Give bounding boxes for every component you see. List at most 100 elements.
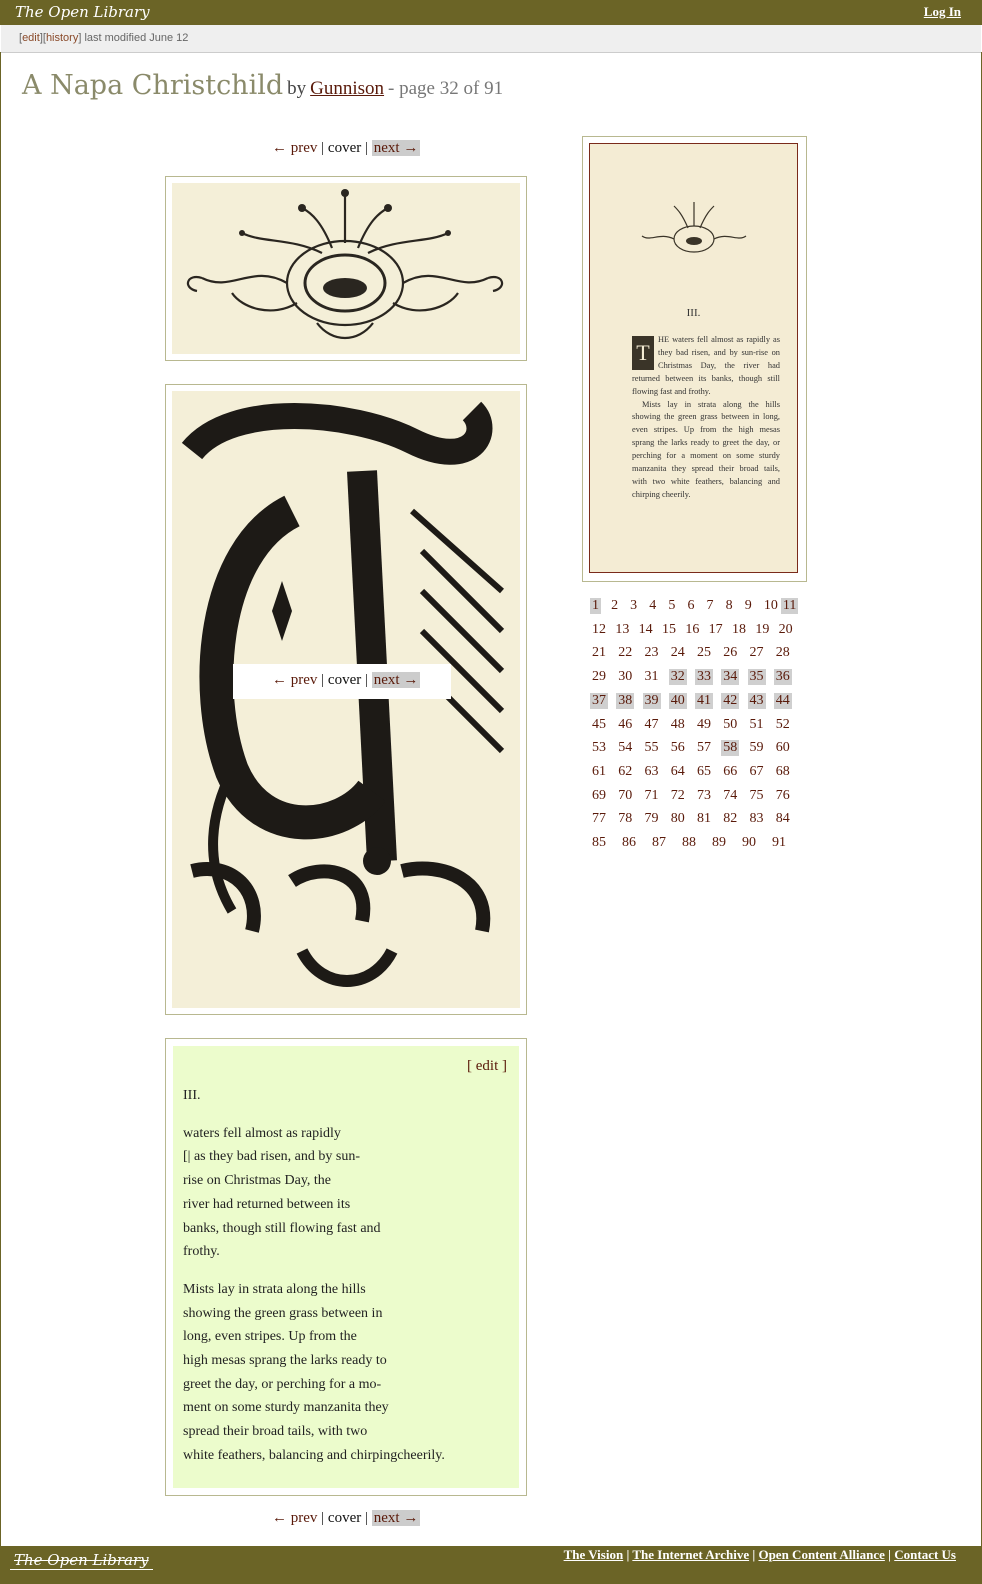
page-number-link[interactable]: 9 (743, 598, 754, 614)
page-number-link[interactable]: 35 (747, 669, 766, 686)
page-number-link[interactable]: 87 (650, 835, 668, 851)
page-number-link[interactable]: 32 (668, 669, 687, 686)
page-number-link[interactable]: 38 (616, 692, 635, 709)
cover-link[interactable]: cover (328, 1510, 361, 1526)
page-number-link[interactable]: 73 (695, 788, 713, 804)
page-number-link[interactable]: 21 (590, 645, 608, 661)
page-number-link[interactable]: 51 (748, 717, 766, 733)
page-number-link[interactable]: 52 (774, 717, 792, 733)
page-number-link[interactable]: 24 (669, 645, 687, 661)
page-number-link[interactable]: 60 (774, 740, 792, 756)
page-number-link[interactable]: 55 (643, 740, 661, 756)
page-number-link[interactable]: 75 (748, 788, 766, 804)
page-number-link[interactable]: 77 (590, 811, 608, 827)
page-number-link[interactable]: 80 (669, 811, 687, 827)
page-number-link[interactable]: 63 (643, 764, 661, 780)
page-number-link[interactable]: 89 (710, 835, 728, 851)
page-number-link[interactable]: 34 (721, 669, 740, 686)
page-number-link[interactable]: 56 (669, 740, 687, 756)
ornament-image[interactable] (172, 183, 520, 354)
page-number-link[interactable]: 76 (774, 788, 792, 804)
cover-link[interactable]: cover (328, 140, 361, 156)
page-number-link[interactable]: 13 (613, 622, 631, 638)
page-number-link[interactable]: 12 (590, 622, 608, 638)
page-number-link[interactable]: 90 (740, 835, 758, 851)
page-number-link[interactable]: 50 (721, 717, 739, 733)
prev-link[interactable]: ← prev (272, 1510, 317, 1526)
page-number-link[interactable]: 84 (774, 811, 792, 827)
page-number-link[interactable]: 6 (685, 598, 696, 614)
page-number-link[interactable]: 3 (628, 598, 639, 614)
site-logo[interactable]: The Open Library (15, 3, 150, 21)
page-number-link[interactable]: 27 (748, 645, 766, 661)
page-thumbnail[interactable]: III. T HE waters fell almost as rapidly … (589, 143, 798, 573)
page-number-link[interactable]: 65 (695, 764, 713, 780)
page-number-link[interactable]: 69 (590, 788, 608, 804)
page-number-link[interactable]: 2 (609, 598, 620, 614)
page-number-link[interactable]: 37 (590, 692, 608, 709)
footer-link-vision[interactable]: The Vision (564, 1547, 624, 1562)
page-number-link[interactable]: 64 (669, 764, 687, 780)
page-number-link[interactable]: 22 (616, 645, 634, 661)
page-number-link[interactable]: 86 (620, 835, 638, 851)
page-number-link[interactable]: 11 (780, 598, 799, 614)
page-number-link[interactable]: 36 (773, 669, 792, 686)
page-number-link[interactable]: 82 (721, 811, 739, 827)
page-number-link[interactable]: 31 (643, 669, 661, 685)
page-number-link[interactable]: 59 (748, 740, 766, 756)
prev-link[interactable]: ← prev (272, 672, 317, 688)
page-number-link[interactable]: 1 (590, 598, 601, 614)
page-number-link[interactable]: 23 (643, 645, 661, 661)
page-number-link[interactable]: 79 (643, 811, 661, 827)
initial-letter-image[interactable] (172, 391, 520, 1008)
ocr-edit-link[interactable]: [ edit ] (467, 1058, 507, 1075)
page-number-link[interactable]: 47 (643, 717, 661, 733)
page-number-link[interactable]: 45 (590, 717, 608, 733)
page-number-link[interactable]: 57 (695, 740, 713, 756)
footer-link-open-content-alliance[interactable]: Open Content Alliance (758, 1547, 884, 1562)
page-number-link[interactable]: 91 (770, 835, 788, 851)
page-number-link[interactable]: 74 (721, 788, 739, 804)
edit-link[interactable]: edit (22, 32, 40, 44)
footer-link-internet-archive[interactable]: The Internet Archive (632, 1547, 749, 1562)
page-number-link[interactable]: 20 (777, 622, 795, 638)
prev-link[interactable]: ← prev (272, 140, 317, 156)
page-number-link[interactable]: 53 (590, 740, 608, 756)
page-number-link[interactable]: 7 (705, 598, 716, 614)
page-number-link[interactable]: 42 (721, 692, 740, 709)
page-number-link[interactable]: 18 (730, 622, 748, 638)
page-number-link[interactable]: 81 (695, 811, 713, 827)
page-number-link[interactable]: 16 (683, 622, 701, 638)
page-number-link[interactable]: 71 (643, 788, 661, 804)
next-link[interactable]: next → (371, 672, 421, 688)
page-number-link[interactable]: 26 (721, 645, 739, 661)
page-number-link[interactable]: 30 (616, 669, 634, 685)
page-number-link[interactable]: 4 (647, 598, 658, 614)
page-number-link[interactable]: 8 (724, 598, 735, 614)
page-number-link[interactable]: 5 (666, 598, 677, 614)
page-number-link[interactable]: 58 (721, 740, 740, 757)
page-number-link[interactable]: 72 (669, 788, 687, 804)
page-number-link[interactable]: 44 (773, 692, 792, 709)
page-number-link[interactable]: 29 (590, 669, 608, 685)
page-number-link[interactable]: 83 (748, 811, 766, 827)
page-number-link[interactable]: 88 (680, 835, 698, 851)
page-number-link[interactable]: 78 (616, 811, 634, 827)
page-number-link[interactable]: 19 (753, 622, 771, 638)
page-number-link[interactable]: 67 (748, 764, 766, 780)
page-number-link[interactable]: 39 (642, 692, 661, 709)
page-number-link[interactable]: 40 (668, 692, 687, 709)
login-link[interactable]: Log In (924, 4, 961, 20)
author-link[interactable]: Gunnison (310, 78, 384, 99)
next-link[interactable]: next → (371, 140, 421, 156)
page-number-link[interactable]: 70 (616, 788, 634, 804)
page-number-link[interactable]: 41 (695, 692, 713, 709)
page-number-link[interactable]: 66 (721, 764, 739, 780)
cover-link[interactable]: cover (328, 672, 361, 688)
page-number-link[interactable]: 54 (616, 740, 634, 756)
page-number-link[interactable]: 17 (707, 622, 725, 638)
footer-logo[interactable]: The Open Library (10, 1551, 153, 1570)
page-number-link[interactable]: 14 (637, 622, 655, 638)
page-number-link[interactable]: 46 (616, 717, 634, 733)
page-number-link[interactable]: 49 (695, 717, 713, 733)
